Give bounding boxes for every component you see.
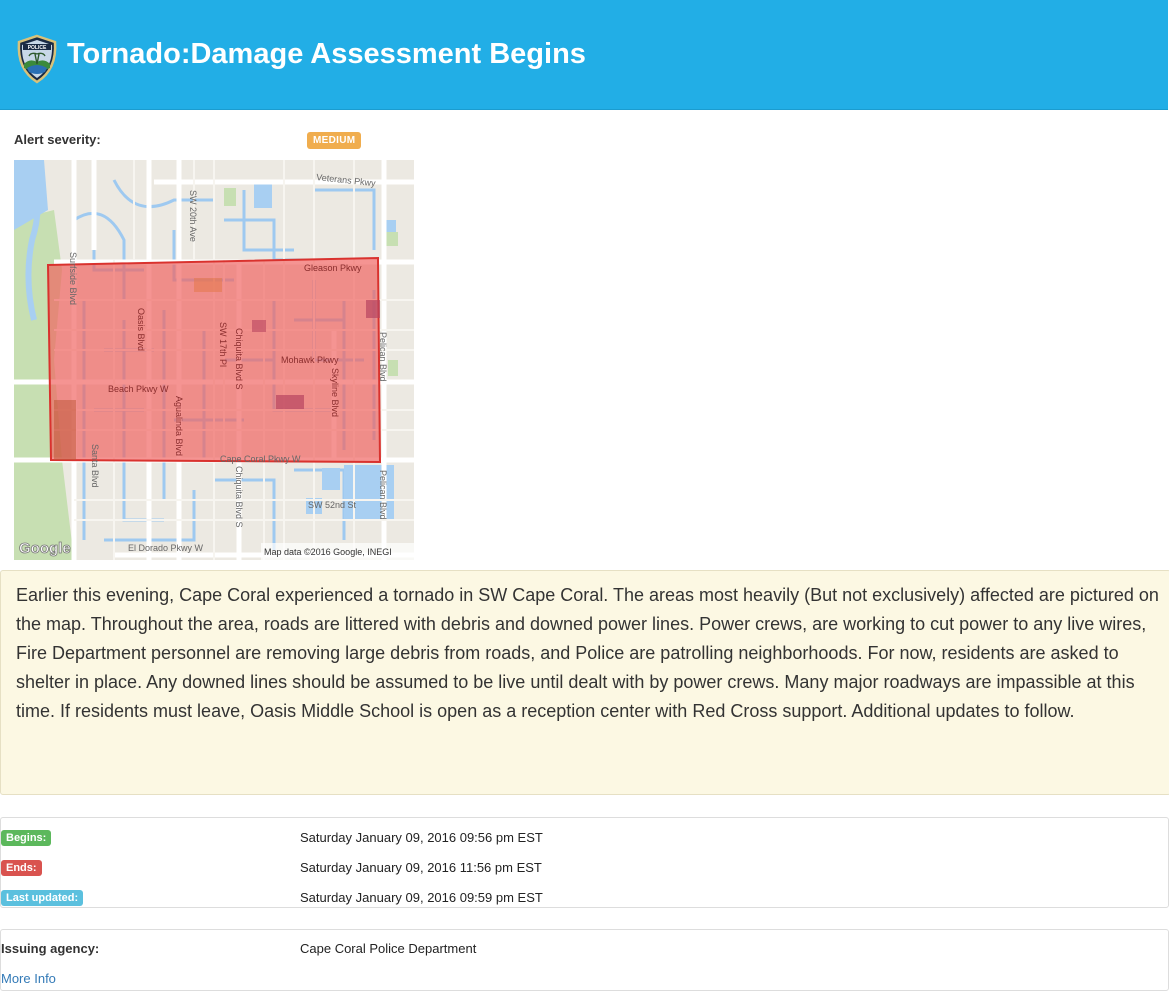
street-label-skyline: Skyline Blvd bbox=[330, 368, 340, 417]
street-label-agualinda: Agualinda Blvd bbox=[174, 396, 184, 456]
street-label-sw52nd: SW 52nd St bbox=[308, 500, 357, 510]
street-label-chiquita: Chiquita Blvd S bbox=[234, 328, 244, 390]
time-row-begins: Begins: Saturday January 09, 2016 09:56 … bbox=[1, 828, 1161, 848]
ends-value: Saturday January 09, 2016 11:56 pm EST bbox=[300, 860, 542, 875]
begins-label: Begins: bbox=[1, 830, 52, 846]
street-label-sw17th: SW 17th Pl bbox=[218, 322, 228, 367]
street-label-surfside: Surfside Blvd bbox=[68, 252, 78, 305]
issuing-agency-panel: Issuing agency: Cape Coral Police Depart… bbox=[0, 929, 1169, 991]
time-row-ends: Ends: Saturday January 09, 2016 11:56 pm… bbox=[1, 858, 1161, 878]
alert-page: POLICE Tornado:Damage Assessment Begins … bbox=[0, 0, 1169, 992]
severity-badge: MEDIUM bbox=[307, 132, 362, 149]
map-attribution[interactable]: Map data ©2016 Google, INEGI bbox=[264, 547, 392, 557]
issuing-agency-value: Cape Coral Police Department bbox=[300, 941, 477, 956]
begins-value: Saturday January 09, 2016 09:56 pm EST bbox=[300, 830, 543, 845]
alert-times-panel: Begins: Saturday January 09, 2016 09:56 … bbox=[0, 817, 1169, 908]
more-info-link[interactable]: More Info bbox=[1, 971, 56, 986]
map-canvas[interactable]: Veterans Pkwy SW 20th Ave Surfside Blvd … bbox=[14, 160, 414, 560]
street-label-capecoral: Cape Coral Pkwy W bbox=[220, 454, 301, 464]
street-label-mohawk: Mohawk Pkwy bbox=[281, 355, 339, 365]
time-row-last-updated: Last updated: Saturday January 09, 2016 … bbox=[1, 888, 1161, 908]
street-label-oasis: Oasis Blvd bbox=[136, 308, 146, 351]
alert-map[interactable]: Veterans Pkwy SW 20th Ave Surfside Blvd … bbox=[14, 160, 414, 560]
alert-title: Tornado:Damage Assessment Begins bbox=[67, 38, 586, 70]
google-logo[interactable]: Google bbox=[19, 540, 71, 558]
alert-description: Earlier this evening, Cape Coral experie… bbox=[0, 570, 1169, 795]
last-updated-label: Last updated: bbox=[1, 890, 84, 906]
street-label-santa: Santa Blvd bbox=[90, 444, 100, 488]
street-label-pelican: Pelican Blvd bbox=[378, 332, 388, 382]
severity-label: Alert severity: bbox=[14, 132, 101, 147]
last-updated-value: Saturday January 09, 2016 09:59 pm EST bbox=[300, 890, 543, 905]
street-label-pelican-south: Pelican Blvd bbox=[378, 470, 388, 520]
police-badge-icon: POLICE bbox=[17, 34, 57, 84]
ends-label: Ends: bbox=[1, 860, 42, 876]
street-label-gleason: Gleason Pkwy bbox=[304, 263, 362, 273]
badge-logo-text: POLICE bbox=[28, 45, 47, 51]
issuing-agency-label: Issuing agency: bbox=[1, 941, 100, 956]
street-label-sw20th: SW 20th Ave bbox=[188, 190, 198, 242]
street-label-chiquita-south: Chiquita Blvd S bbox=[234, 466, 244, 528]
alert-header: POLICE Tornado:Damage Assessment Begins bbox=[0, 0, 1168, 110]
street-label-eldorado: El Dorado Pkwy W bbox=[128, 543, 204, 553]
street-label-beach: Beach Pkwy W bbox=[108, 384, 169, 394]
